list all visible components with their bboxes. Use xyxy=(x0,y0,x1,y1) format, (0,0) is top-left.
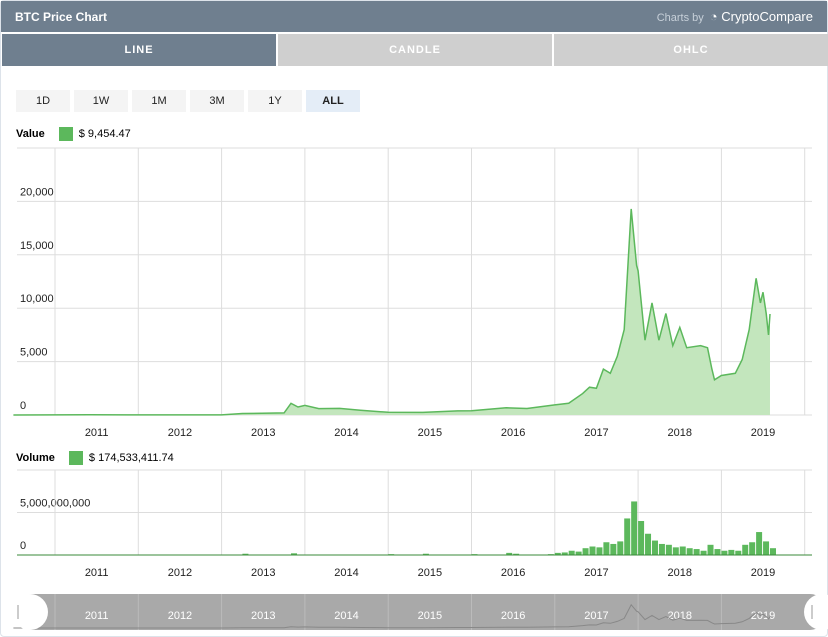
navigator-tick-label: 2012 xyxy=(168,610,192,622)
volume-bar xyxy=(749,542,756,555)
x-tick-label: 2019 xyxy=(751,567,775,579)
x-tick-label: 2013 xyxy=(251,427,275,439)
x-tick-label: 2018 xyxy=(668,567,692,579)
navigator-tick-label: 2013 xyxy=(251,610,275,622)
navigator-tick-label: 2011 xyxy=(85,610,109,622)
x-tick-label: 2016 xyxy=(501,427,525,439)
volume-bar xyxy=(658,543,665,555)
volume-bar xyxy=(714,549,721,555)
volume-bar xyxy=(763,541,770,555)
volume-bar xyxy=(728,549,735,555)
x-tick-label: 2015 xyxy=(418,427,442,439)
y-tick-label: 15,000 xyxy=(20,240,54,252)
volume-bar xyxy=(700,550,707,555)
x-tick-label: 2012 xyxy=(168,567,192,579)
y-tick-label: 10,000 xyxy=(20,293,54,305)
navigator-left-handle[interactable] xyxy=(12,594,48,630)
volume-bar xyxy=(665,544,672,555)
volume-bar xyxy=(672,547,679,555)
volume-bar xyxy=(638,521,645,555)
volume-bar xyxy=(707,544,714,555)
x-tick-label: 2014 xyxy=(334,567,358,579)
navigator-tick-label: 2017 xyxy=(584,610,608,622)
x-tick-label: 2013 xyxy=(251,567,275,579)
volume-bar xyxy=(742,544,749,555)
x-tick-label: 2016 xyxy=(501,567,525,579)
x-tick-label: 2014 xyxy=(334,427,358,439)
x-tick-label: 2011 xyxy=(85,567,109,579)
volume-bar xyxy=(624,518,631,555)
navigator-tick-label: 2016 xyxy=(501,610,525,622)
y-tick-label: 0 xyxy=(20,400,26,412)
x-tick-label: 2019 xyxy=(751,427,775,439)
volume-bar xyxy=(645,533,652,555)
navigator-tick-label: 2015 xyxy=(418,610,442,622)
btc-chart[interactable]: 0 5,000 10,000 15,000 20,000 2011 2012 2013 2014… xyxy=(0,0,828,637)
y-tick-label: 5,000 xyxy=(20,347,48,359)
navigator-tick-label: 2019 xyxy=(751,610,775,622)
x-tick-label: 2017 xyxy=(584,567,608,579)
volume-bar xyxy=(756,532,763,555)
volume-bar xyxy=(769,548,776,555)
volume-bar xyxy=(575,551,582,555)
x-tick-label: 2017 xyxy=(584,427,608,439)
navigator-tick-label: 2014 xyxy=(334,610,358,622)
volume-bar xyxy=(617,541,624,555)
volume-bar xyxy=(721,550,728,555)
y-tick-label: 20,000 xyxy=(20,186,54,198)
volume-bar xyxy=(686,548,693,555)
volume-bar xyxy=(596,547,603,555)
price-area xyxy=(13,208,771,415)
volume-bar xyxy=(603,542,610,555)
volume-bar xyxy=(582,548,589,555)
volume-bar xyxy=(735,550,742,555)
volume-bar xyxy=(631,501,638,555)
volume-bar xyxy=(651,540,658,555)
y-tick-label: 0 xyxy=(20,540,26,552)
volume-bar xyxy=(589,546,596,555)
volume-bar xyxy=(679,546,686,555)
x-tick-label: 2018 xyxy=(668,427,692,439)
volume-bar xyxy=(693,549,700,555)
volume-bar xyxy=(610,543,617,555)
x-tick-label: 2011 xyxy=(85,427,109,439)
x-tick-label: 2015 xyxy=(418,567,442,579)
x-tick-label: 2012 xyxy=(168,427,192,439)
volume-bar xyxy=(568,550,575,555)
